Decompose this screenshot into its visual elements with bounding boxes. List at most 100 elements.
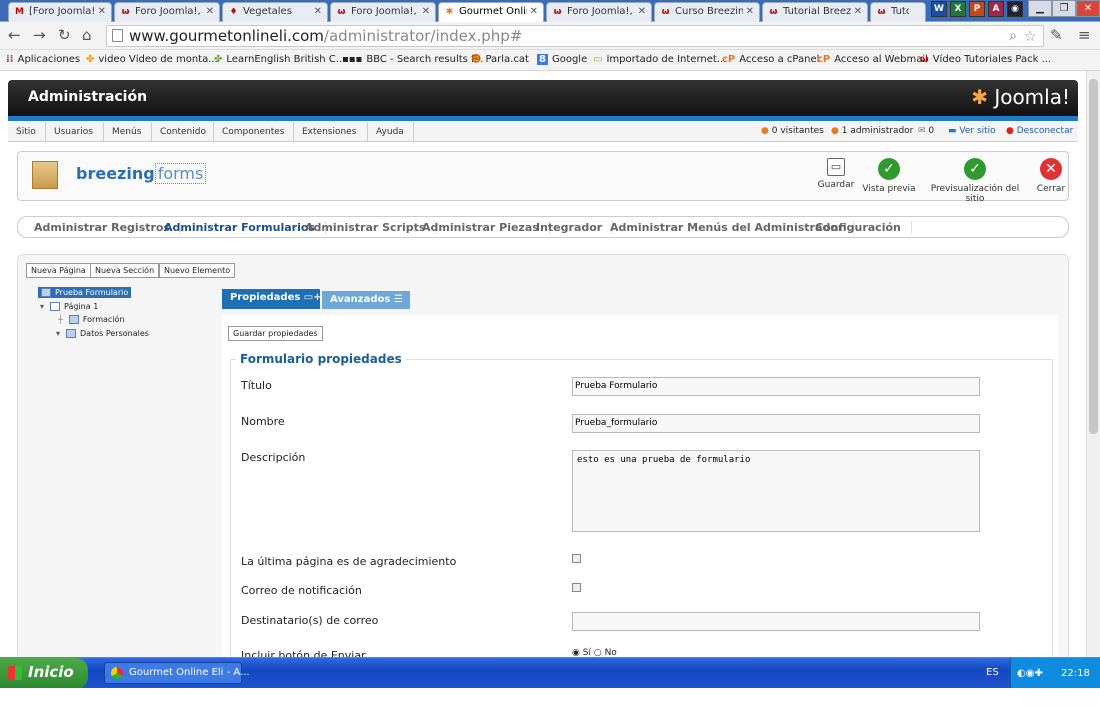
joomla-forum-icon: ω [769,7,778,17]
menu-ayuda[interactable]: Ayuda [368,122,414,142]
bookmark[interactable]: cP Acceso al Webmail [817,54,928,65]
start-button[interactable]: Inicio [0,658,88,689]
check-icon: ✓ [964,158,986,180]
tray-icons[interactable]: ◐◉✚ [1017,658,1043,689]
enviar-label: Incluir botón de Enviar [241,649,366,657]
close-tab-icon[interactable]: ✕ [422,6,430,17]
forward-icon[interactable]: → [33,27,46,44]
powerpoint-icon[interactable]: P [969,1,985,17]
bookmark[interactable]: ▪▪▪ BBC - Search results f... [342,54,483,65]
descripcion-textarea[interactable]: esto es una prueba de formulario [572,450,980,532]
bookmark[interactable]: 8 Google [537,54,587,65]
windows-flag-icon [8,666,22,680]
joomla-logo: ✱ Joomla! [971,85,1070,109]
back-icon[interactable]: ← [8,27,21,44]
bookmark-apps[interactable]: ⁞⁞ Aplicaciones [6,54,80,65]
site-preview-button[interactable]: ✓ Previsualización del sitio [923,158,1027,204]
titulo-field[interactable]: Prueba Formulario [572,377,980,396]
radio-si[interactable]: ◉ [572,648,580,657]
nombre-field[interactable]: Prueba_formulario [572,414,980,433]
page-scrollbar[interactable] [1086,71,1100,657]
search-icon[interactable]: ⌕ [1009,26,1017,46]
bookmark[interactable]: ✤ video Vídeo de monta... [86,54,218,65]
admins-count: ● 1 administrador [831,126,914,136]
tree-page[interactable]: ▾ Página 1 [40,302,98,311]
taskbar-window-item[interactable]: Gourmet Online Eli - A... [104,662,250,684]
ultima-pagina-checkbox[interactable] [572,554,581,563]
bookmark[interactable]: ✤ LearnEnglish British C... [214,54,345,65]
close-tab-icon[interactable]: ✕ [314,6,322,17]
minimize-icon[interactable]: ▁ [1028,0,1052,17]
tree-section[interactable]: ┼ Formación [58,315,124,324]
subnav-configuracion[interactable]: Configuración [805,221,912,234]
menu-icon[interactable]: ≡ [1078,27,1091,44]
users-icon: ● [761,126,769,136]
tree-root[interactable]: Prueba Formulario [38,287,132,298]
scrollbar-thumb[interactable] [1089,79,1098,434]
form-editor: Nueva Página Nueva Sección Nuevo Element… [17,254,1069,657]
radio-no[interactable]: ○ [594,648,602,657]
menu-extensiones[interactable]: Extensiones [294,122,368,142]
app-icon[interactable]: ◉ [1007,1,1023,17]
restore-icon[interactable]: ❐ [1052,0,1076,17]
browser-tab[interactable]: ω Curso Breezin ✕ [654,2,760,22]
view-site-link[interactable]: ▬ Ver sitio [948,126,996,136]
page-icon [50,302,61,311]
home-icon[interactable]: ⌂ [82,27,92,44]
close-tab-icon[interactable]: ✕ [206,6,214,17]
menu-contenido[interactable]: Contenido [152,122,214,142]
save-properties-button[interactable]: Guardar propiedades [228,326,323,341]
destinatarios-field[interactable] [572,612,980,631]
close-tab-icon[interactable]: ✕ [746,6,754,17]
enviar-radio-group: ◉ Sí ○ No [572,648,617,657]
menu-sitio[interactable]: Sitio [8,122,46,142]
messages-count[interactable]: ✉ 0 [918,126,934,136]
preview-button[interactable]: ✓ Vista previa [860,158,918,194]
address-bar: ← → ↻ ⌂ www.gourmetonlineli.com/administ… [0,22,1100,50]
menu-usuarios[interactable]: Usuarios [46,122,104,142]
close-tab-icon[interactable]: ✕ [98,6,106,17]
save-button[interactable]: ▭ Guardar [817,158,855,190]
browser-tab[interactable]: ωTutori [870,2,926,22]
tab-avanzados[interactable]: Avanzados ☰ [322,291,410,309]
bookmark[interactable]: ☻ Parla.cat [471,54,529,65]
correo-notificacion-checkbox[interactable] [572,583,581,592]
browser-tab[interactable]: ω Foro Joomla!, ✕ [330,2,436,22]
browser-tab[interactable]: M [Foro Joomla! ✕ [8,2,112,22]
word-icon[interactable]: W [931,1,947,17]
close-tab-icon[interactable]: ✕ [854,6,862,17]
close-tab-icon[interactable]: ✕ [530,6,538,17]
tree-section[interactable]: ▾ Datos Personales [56,329,149,338]
properties-panel: Guardar propiedades Formulario propiedad… [222,315,1058,657]
tab-propiedades[interactable]: Propiedades ▭+ [222,289,322,309]
cpanel-icon: cP [817,54,831,65]
new-page-button[interactable]: Nueva Página [26,263,91,278]
close-tab-icon[interactable]: ✕ [638,6,646,17]
browser-tab[interactable]: ω Tutorial Breezi ✕ [762,2,868,22]
bookmark[interactable]: ▭ Importado de Internet... [593,54,726,65]
bookmarks-bar: ⁞⁞ Aplicaciones ✤ video Vídeo de monta... … [0,50,1100,71]
new-element-button[interactable]: Nuevo Elemento [159,263,236,278]
url-field[interactable]: www.gourmetonlineli.com/administrator/in… [106,25,1044,47]
reload-icon[interactable]: ↻ [58,27,71,44]
bookmark[interactable]: ω Vídeo Tutoriales Pack ... [920,54,1051,65]
new-section-button[interactable]: Nueva Sección [90,263,160,278]
header-accent [8,116,1078,121]
bookmark[interactable]: cP Acceso a cPanel [722,54,819,65]
excel-icon[interactable]: X [950,1,966,17]
close-button[interactable]: ✕ Cerrar [1034,158,1068,194]
language-indicator[interactable]: ES [986,667,999,678]
browser-tab-active[interactable]: ✱ Gourmet Onlin ✕ [438,2,544,22]
joomla-icon: ✱ [445,7,454,17]
extension-icon[interactable]: ✎ [1050,27,1063,44]
acrobat-icon[interactable]: A [988,1,1004,17]
star-icon[interactable]: ☆ [1024,26,1037,46]
browser-tab[interactable]: ω Foro Joomla!, ✕ [546,2,652,22]
browser-tab[interactable]: ♦ Vegetales ✕ [222,2,328,22]
menu-componentes[interactable]: Componentes [214,122,294,142]
close-window-icon[interactable]: ✕ [1076,0,1100,17]
menu-menus[interactable]: Menús [104,122,152,142]
browser-tab[interactable]: ω Foro Joomla!, ✕ [114,2,220,22]
joomla-forum-icon: ω [877,7,886,17]
logout-link[interactable]: ● Desconectar [1006,126,1073,136]
